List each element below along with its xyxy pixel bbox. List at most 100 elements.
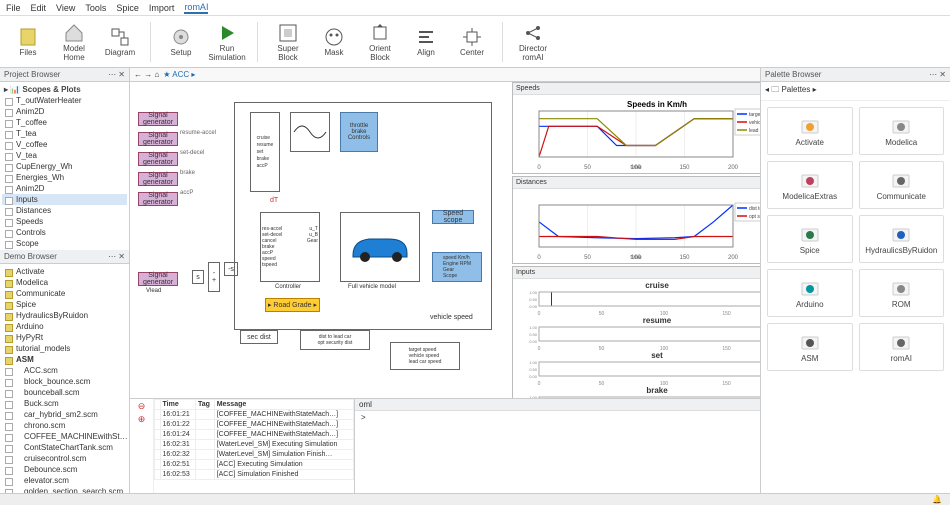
message-log[interactable]: TimeTagMessage16:01:21[COFFEE_MACHINEwit…: [154, 399, 354, 493]
panel-close-icon[interactable]: ⋯ ✕: [929, 70, 946, 79]
menu-tools[interactable]: Tools: [85, 3, 106, 13]
orient-block-button[interactable]: OrientBlock: [360, 19, 400, 65]
bell-icon[interactable]: 🔔: [932, 495, 942, 504]
signal-generator-block[interactable]: Signal generator: [138, 152, 178, 166]
diagram-button[interactable]: Diagram: [100, 19, 140, 65]
tree-item[interactable]: V_tea: [2, 150, 127, 161]
run-button[interactable]: RunSimulation: [207, 19, 247, 65]
chart-window[interactable]: Distances▢ ▢ ✕050100150200timedist to le…: [512, 176, 760, 264]
tree-item[interactable]: Scope: [2, 238, 127, 249]
palette-item-communicate[interactable]: Communicate: [859, 161, 945, 209]
tree-folder[interactable]: HyPyRt: [2, 332, 127, 343]
tree-item[interactable]: Buck.scm: [2, 398, 127, 409]
mask-button[interactable]: Mask: [314, 19, 354, 65]
palette-item-activate[interactable]: Activate: [767, 107, 853, 155]
menu-file[interactable]: File: [6, 3, 21, 13]
zoom-in-icon[interactable]: ⊕: [138, 414, 146, 425]
tree-item[interactable]: SM CC: [2, 249, 127, 250]
tree-folder[interactable]: Arduino: [2, 321, 127, 332]
panel-close-icon[interactable]: ⋯ ✕: [108, 252, 125, 261]
tree-folder[interactable]: Modelica: [2, 277, 127, 288]
vehicle-model-block[interactable]: [340, 212, 420, 282]
demux-block[interactable]: dist to lead caropt security dist: [300, 330, 370, 350]
super-block-button[interactable]: Super Block: [268, 19, 308, 65]
menu-view[interactable]: View: [56, 3, 75, 13]
tree-item[interactable]: T_tea: [2, 128, 127, 139]
sum-block[interactable]: -+: [208, 262, 220, 292]
signal-generator-block[interactable]: Signal generator: [138, 172, 178, 186]
tree-item[interactable]: ACC.scm: [2, 365, 127, 376]
tree-item[interactable]: Anim2D: [2, 183, 127, 194]
model-home-button[interactable]: ModelHome: [54, 19, 94, 65]
controller-block[interactable]: res-accelset-decelcancelbrakeaccPspeedts…: [260, 212, 320, 282]
director-romai-button[interactable]: DirectorromAI: [513, 19, 553, 65]
tree-item[interactable]: Distances: [2, 205, 127, 216]
tree-item[interactable]: Energies_Wh: [2, 172, 127, 183]
menu-import[interactable]: Import: [149, 3, 175, 13]
align-button[interactable]: Align: [406, 19, 446, 65]
gain-block[interactable]: s: [192, 270, 204, 284]
sec-dist-block[interactable]: sec dist: [240, 330, 278, 344]
palette-item-romai[interactable]: romAI: [859, 323, 945, 371]
diagram-canvas[interactable]: Signal generator Signal generator Signal g…: [130, 82, 760, 398]
tree-folder[interactable]: Activate: [2, 266, 127, 277]
signal-generator-block[interactable]: Signal generator: [138, 112, 178, 126]
speeds-mux-block[interactable]: target speedvehicle speedlead car speed: [390, 342, 460, 370]
gain-block[interactable]: -s: [224, 262, 238, 276]
tree-item[interactable]: Debounce.scm: [2, 464, 127, 475]
log-toolbar: ⊖ ⊕: [130, 399, 154, 493]
tree-item[interactable]: cruisecontrol.scm: [2, 453, 127, 464]
tree-item[interactable]: block_bounce.scm: [2, 376, 127, 387]
tree-item[interactable]: car_hybrid_sm2.scm: [2, 409, 127, 420]
tree-item[interactable]: COFFEE_MACHINEwithSt…: [2, 431, 127, 442]
tree-item[interactable]: Inputs: [2, 194, 127, 205]
panel-close-icon[interactable]: ⋯ ✕: [108, 70, 125, 79]
sine-display-block[interactable]: [290, 112, 330, 152]
demo-browser-tree[interactable]: ActivateModelicaCommunicateSpiceHydrauli…: [0, 264, 129, 493]
tree-item[interactable]: Anim2D: [2, 106, 127, 117]
menu-edit[interactable]: Edit: [31, 3, 47, 13]
tree-folder[interactable]: HydraulicsByRuidon: [2, 310, 127, 321]
model-tab[interactable]: ★ ACC ▸: [163, 70, 195, 79]
tree-item[interactable]: chrono.scm: [2, 420, 127, 431]
tree-item[interactable]: bounceball.scm: [2, 387, 127, 398]
palette-item-rom[interactable]: ROM: [859, 269, 945, 317]
oml-console[interactable]: oml >: [354, 399, 760, 493]
files-button[interactable]: Files: [8, 19, 48, 65]
palette-item-modelica[interactable]: Modelica: [859, 107, 945, 155]
tree-item[interactable]: T_outWaterHeater: [2, 95, 127, 106]
output-scope[interactable]: speed Km/hEngine RPMGearScope: [432, 252, 482, 282]
tree-item[interactable]: V_coffee: [2, 139, 127, 150]
tree-item[interactable]: ContStateChartTank.scm: [2, 442, 127, 453]
signal-generator-block[interactable]: Signal generator: [138, 272, 178, 286]
svg-text:50: 50: [584, 255, 591, 261]
signal-generator-block[interactable]: Signal generator: [138, 132, 178, 146]
chart-window[interactable]: Speeds▢ ▢ ✕050100150200timetarget speedv…: [512, 82, 760, 174]
tree-item[interactable]: elevator.scm: [2, 475, 127, 486]
center-button[interactable]: Center: [452, 19, 492, 65]
tree-item[interactable]: CupEnergy_Wh: [2, 161, 127, 172]
tree-item[interactable]: Controls: [2, 227, 127, 238]
tree-item[interactable]: T_coffee: [2, 117, 127, 128]
menu-romai[interactable]: romAI: [184, 2, 208, 14]
project-browser-tree[interactable]: ▸ 📊 Scopes & PlotsT_outWaterHeaterAnim2D…: [0, 82, 129, 250]
palette-item-modelicaextras[interactable]: ModelicaExtras: [767, 161, 853, 209]
tree-folder[interactable]: Spice: [2, 299, 127, 310]
menu-spice[interactable]: Spice: [116, 3, 139, 13]
tree-folder[interactable]: Communicate: [2, 288, 127, 299]
mux-block[interactable]: cruiseresumesetbrakeaccP: [250, 112, 280, 192]
tree-item[interactable]: Speeds: [2, 216, 127, 227]
tree-item[interactable]: golden_section_search.scm: [2, 486, 127, 493]
palette-item-spice[interactable]: Spice: [767, 215, 853, 263]
controls-scope[interactable]: throttlebrakeControls: [340, 112, 378, 152]
signal-generator-block[interactable]: Signal generator: [138, 192, 178, 206]
speed-scope[interactable]: Speed scope: [432, 210, 474, 224]
setup-button[interactable]: Setup: [161, 19, 201, 65]
road-grade-block[interactable]: ▸ Road Grade ▸: [265, 298, 320, 312]
palette-item-hydraulicsbyruidon[interactable]: HydraulicsByRuidon: [859, 215, 945, 263]
chart-window[interactable]: Inputs▢ ▢ ✕cruise0501001502000.000.501.0…: [512, 266, 760, 398]
palette-item-asm[interactable]: ASM: [767, 323, 853, 371]
palette-item-arduino[interactable]: Arduino: [767, 269, 853, 317]
tree-folder[interactable]: tutorial_models: [2, 343, 127, 354]
zoom-out-icon[interactable]: ⊖: [138, 401, 146, 412]
